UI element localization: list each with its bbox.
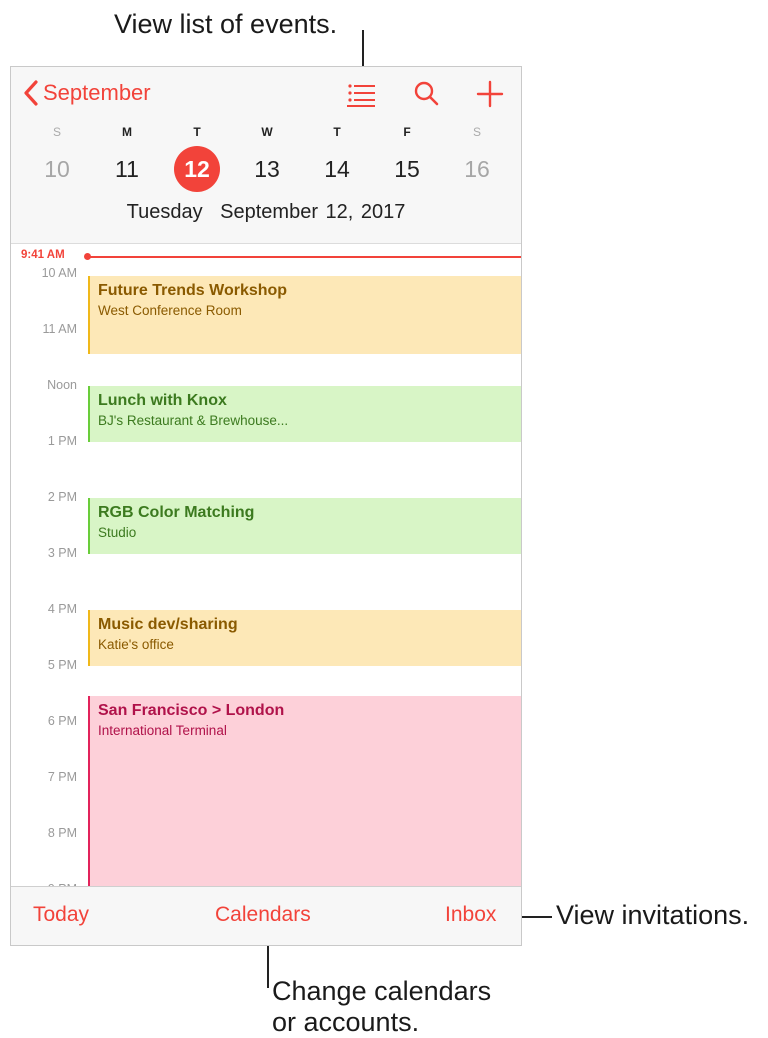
event-location: Katie's office <box>98 637 174 652</box>
callout-calendars-line1: Change calendars <box>272 976 492 1006</box>
weekday-letter-mon: M <box>122 125 132 139</box>
back-label: September <box>43 80 151 105</box>
event-title: Future Trends Workshop <box>98 282 288 299</box>
event-location: West Conference Room <box>98 303 242 318</box>
selected-date-label: Tuesday September 12, 2017 <box>11 201 521 224</box>
day-16[interactable]: 16 <box>453 147 501 191</box>
day-12-selected[interactable]: 12 <box>174 146 220 192</box>
hour-label: 1 PM <box>47 434 77 448</box>
hour-label: 5 PM <box>47 658 77 672</box>
hour-label: 2 PM <box>47 490 77 504</box>
hour-label: 3 PM <box>47 546 77 560</box>
search-icon[interactable] <box>409 77 443 111</box>
selected-full-date: September 12, 2017 <box>220 201 406 223</box>
day-13[interactable]: 13 <box>243 147 291 191</box>
event-location: Studio <box>98 525 137 540</box>
event-rgb-color-matching[interactable]: RGB Color Matching Studio <box>88 498 521 554</box>
weekday-letter-thu: T <box>333 125 341 139</box>
weekday-letter-wed: W <box>261 125 273 139</box>
hour-label: 6 PM <box>47 714 77 728</box>
weekday-letter-fri: F <box>403 125 411 139</box>
plus-icon[interactable] <box>473 77 507 111</box>
inbox-button[interactable]: Inbox <box>445 903 496 927</box>
event-future-trends-workshop[interactable]: Future Trends Workshop West Conference R… <box>88 276 521 354</box>
hour-label: 8 PM <box>47 826 77 840</box>
day-10[interactable]: 10 <box>33 147 81 191</box>
callout-list-events: View list of events. <box>114 9 338 39</box>
hour-label: 10 AM <box>41 266 77 280</box>
selected-weekday: Tuesday <box>126 201 203 223</box>
today-button[interactable]: Today <box>33 903 89 927</box>
list-icon[interactable] <box>345 77 379 111</box>
event-music-dev-sharing[interactable]: Music dev/sharing Katie's office <box>88 610 521 666</box>
event-san-francisco-london[interactable]: San Francisco > London International Ter… <box>88 696 521 888</box>
day-timeline[interactable]: 9:41 AM 10 AM 11 AM Noon 1 PM 2 PM 3 PM … <box>11 244 521 896</box>
event-location: BJ's Restaurant & Brewhouse... <box>98 413 289 428</box>
event-title: RGB Color Matching <box>98 504 255 521</box>
weekday-letter-sat: S <box>472 125 481 139</box>
chevron-left-icon <box>24 80 38 106</box>
back-button[interactable]: September <box>23 77 151 109</box>
weekday-letter-tue: T <box>193 125 201 139</box>
hour-label: 4 PM <box>47 602 77 616</box>
event-lunch-with-knox[interactable]: Lunch with Knox BJ's Restaurant & Brewho… <box>88 386 521 442</box>
current-time-line <box>87 256 521 258</box>
hour-label: Noon <box>47 378 77 392</box>
day-11[interactable]: 11 <box>103 147 151 191</box>
callout-invitations: View invitations. <box>556 900 750 930</box>
hour-label: 7 PM <box>47 770 77 784</box>
bottom-toolbar: Today Calendars Inbox <box>11 886 521 945</box>
calendars-button[interactable]: Calendars <box>215 903 311 927</box>
event-title: Lunch with Knox <box>98 392 227 409</box>
day-15[interactable]: 15 <box>383 147 431 191</box>
hour-label: 11 AM <box>42 322 77 336</box>
callout-calendars-line2: or accounts. <box>272 1007 420 1037</box>
day-14[interactable]: 14 <box>313 147 361 191</box>
calendar-screen: September S M T W T F S 10 11 12 13 14 1… <box>10 66 522 946</box>
current-time-label: 9:41 AM <box>21 249 65 261</box>
event-title: San Francisco > London <box>98 702 285 719</box>
calendar-header: September S M T W T F S 10 11 12 13 14 1… <box>11 67 521 244</box>
weekday-letter-sun: S <box>52 125 61 139</box>
event-title: Music dev/sharing <box>98 616 238 633</box>
event-location: International Terminal <box>98 723 227 738</box>
